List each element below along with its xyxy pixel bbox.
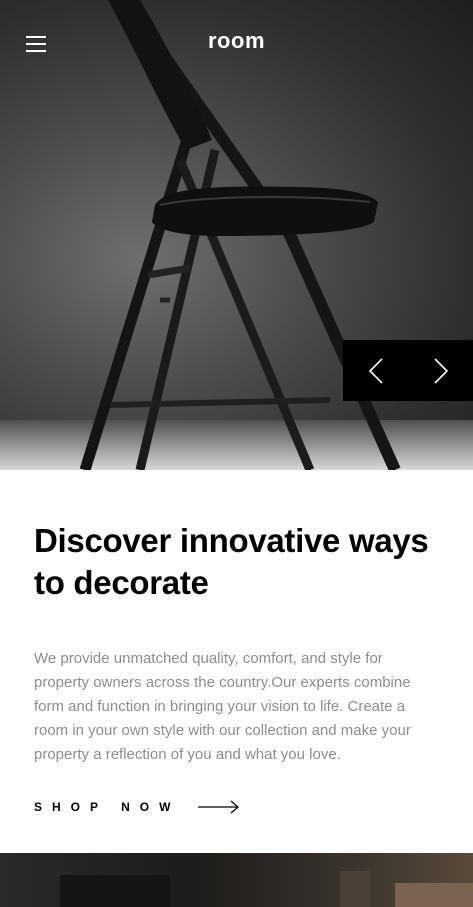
chevron-left-icon [368, 357, 383, 384]
arrow-right-icon [198, 800, 240, 814]
slider-controls [343, 340, 473, 401]
previous-slide-button[interactable] [343, 340, 408, 401]
shop-now-button[interactable]: SHOP NOW [34, 797, 439, 817]
content-section: Discover innovative ways to decorate We … [0, 470, 473, 817]
chevron-right-icon [433, 357, 448, 384]
room-image [0, 853, 473, 907]
hero-section: room [0, 0, 473, 470]
logo[interactable]: room [0, 28, 473, 54]
room-image-graphic [60, 871, 473, 907]
page-title: Discover innovative ways to decorate [34, 522, 429, 601]
next-slide-button[interactable] [408, 340, 473, 401]
description-text: We provide unmatched quality, comfort, a… [34, 650, 411, 763]
shop-now-label: SHOP NOW [34, 800, 181, 814]
